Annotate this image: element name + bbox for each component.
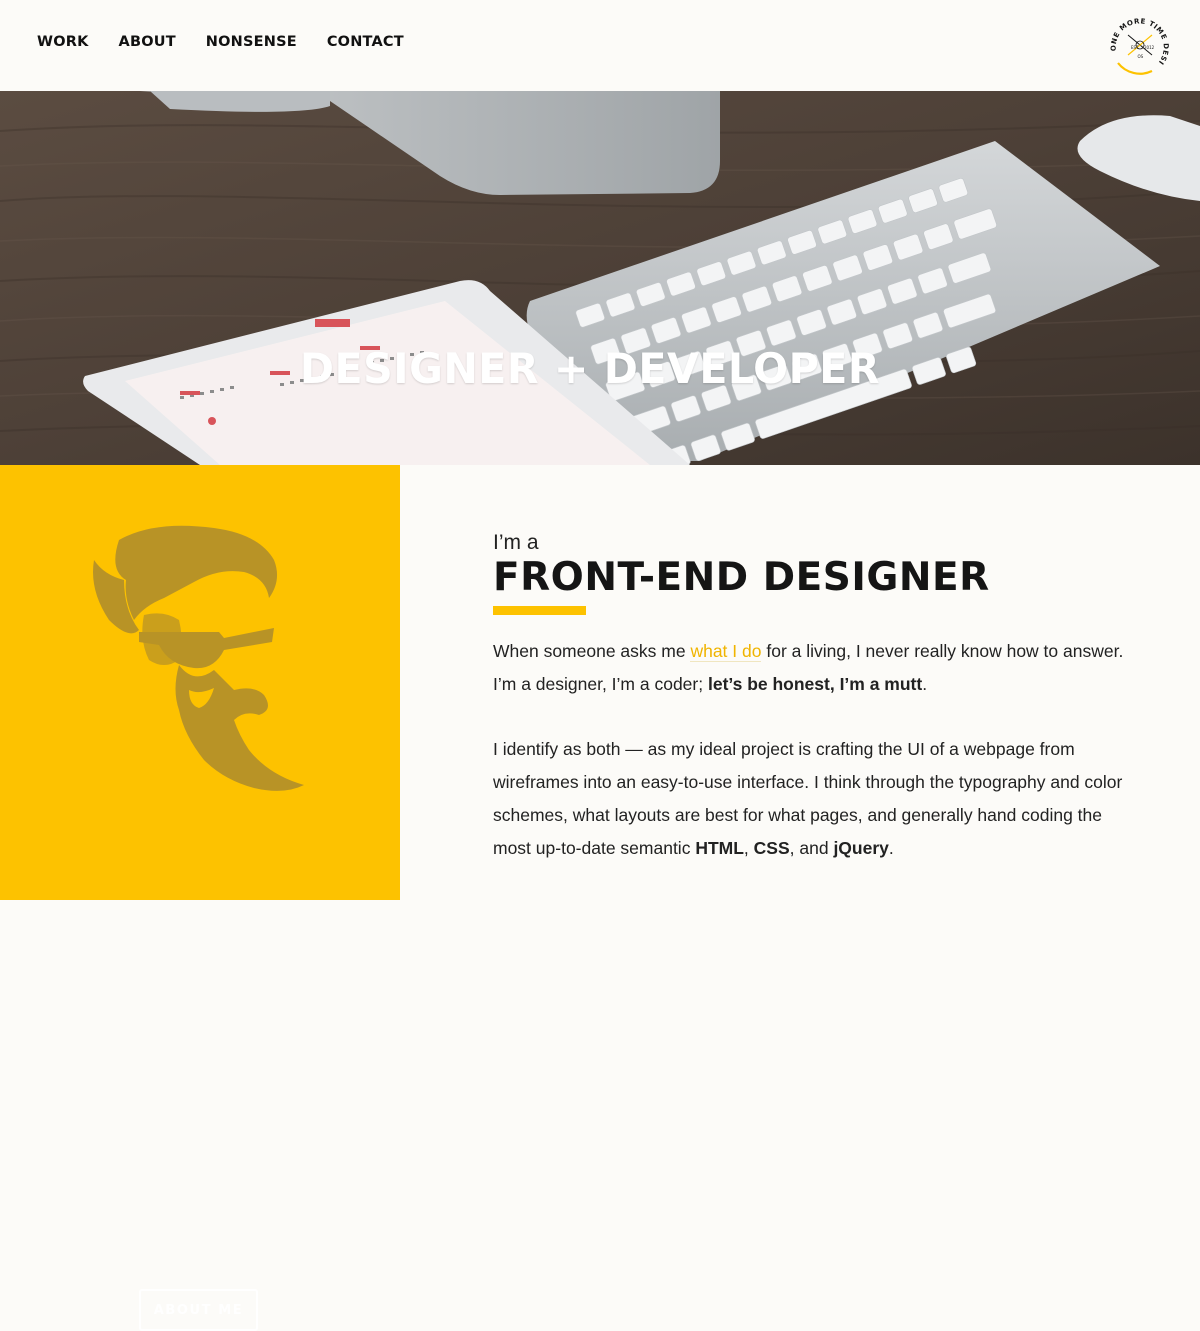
nav-nonsense[interactable]: NONSENSE xyxy=(206,34,297,50)
about-panel: ABOUT ME xyxy=(0,465,400,1331)
p2-text-4: . xyxy=(888,838,894,858)
logo-os: OS xyxy=(1138,54,1144,59)
bearded-man-icon xyxy=(93,525,304,791)
hero-desk-image xyxy=(0,91,1200,465)
p1-bold: let’s be honest, I’m a mutt xyxy=(707,674,923,694)
nav-about[interactable]: ABOUT xyxy=(119,34,176,50)
p2-text-2: , xyxy=(743,838,754,858)
intro-paragraph-2: I identify as both — as my ideal project… xyxy=(493,733,1133,865)
nav-work[interactable]: WORK xyxy=(37,34,89,50)
nav-contact[interactable]: CONTACT xyxy=(327,34,404,50)
what-i-do-link[interactable]: what I do xyxy=(690,641,762,662)
intro-prefix: I’m a xyxy=(493,531,539,554)
site-header: WORK ABOUT NONSENSE CONTACT ONE MORE TIM… xyxy=(0,0,1200,91)
p2-css: CSS xyxy=(753,838,790,858)
intro-section: I’m a FRONT-END DESIGNER When someone as… xyxy=(493,530,1133,865)
p2-text-3: , and xyxy=(789,838,834,858)
role-headline: FRONT-END DESIGNER xyxy=(493,555,990,600)
logo-year: 2012 xyxy=(1144,45,1155,50)
p2-html: HTML xyxy=(695,838,744,858)
hero-title: DESIGNER + DEVELOPER xyxy=(299,344,881,393)
hero-banner: DESIGNER + DEVELOPER xyxy=(0,91,1200,465)
p1-text-1: When someone asks me xyxy=(493,641,691,661)
intro-paragraph-1: When someone asks me what I do for a liv… xyxy=(493,635,1133,701)
p2-jquery: jQuery xyxy=(833,838,889,858)
main-nav: WORK ABOUT NONSENSE CONTACT xyxy=(37,34,404,50)
logo-est: EST xyxy=(1131,45,1139,50)
headline-underline xyxy=(493,606,586,615)
p1-text-3: . xyxy=(922,674,928,694)
site-logo[interactable]: ONE MORE TIME DESIGN EST 2012 OS xyxy=(1108,13,1172,77)
about-me-button[interactable]: ABOUT ME xyxy=(139,1289,258,1331)
